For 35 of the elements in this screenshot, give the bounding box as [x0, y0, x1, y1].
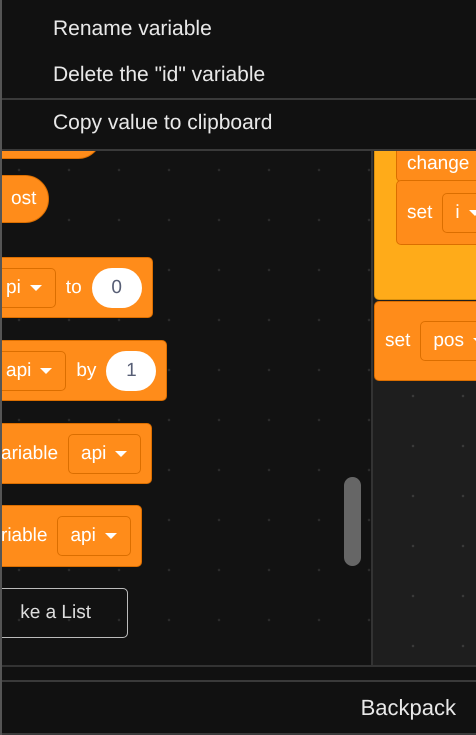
block-label: to — [66, 276, 82, 298]
block-label: by — [76, 360, 96, 382]
c-block[interactable]: change set i — [374, 151, 476, 300]
caret-icon — [114, 450, 128, 458]
menu-item[interactable]: Rename variable — [2, 6, 476, 52]
block-label: set — [407, 202, 432, 224]
variable-dropdown[interactable]: api — [57, 516, 131, 556]
variable-dropdown[interactable]: api — [2, 350, 66, 390]
command-block[interactable]: set pos — [374, 301, 476, 381]
caret-icon — [28, 284, 43, 292]
block-label: set — [385, 330, 410, 352]
caret-icon — [39, 366, 54, 374]
caret-icon — [104, 532, 118, 540]
command-block[interactable]: api by 1 — [2, 340, 168, 401]
variable-dropdown[interactable]: i — [442, 192, 476, 232]
block-label: ost — [11, 188, 36, 210]
command-block[interactable]: ariable api — [2, 423, 152, 484]
variable-dropdown[interactable]: api — [68, 434, 142, 474]
number-input[interactable]: 1 — [106, 350, 156, 390]
command-block[interactable]: change — [396, 151, 476, 182]
menu-item[interactable]: Copy value to clipboard — [2, 100, 476, 146]
variable-dropdown[interactable]: pos — [420, 321, 476, 361]
command-block[interactable]: riable api — [2, 505, 142, 567]
variable-dropdown[interactable]: pi — [2, 268, 56, 308]
scrollbar[interactable] — [344, 477, 361, 566]
command-block[interactable]: set i — [396, 180, 476, 245]
make-list-button[interactable]: ke a List — [2, 588, 128, 638]
command-block[interactable]: pi to 0 — [2, 257, 153, 318]
block-label: riable — [2, 525, 48, 547]
reporter-block[interactable]: ost — [2, 175, 50, 223]
block-label: ariable — [2, 442, 58, 464]
block-label: change — [407, 153, 470, 175]
menu-item[interactable]: Delete the "id" variable — [2, 52, 476, 98]
backpack-label[interactable]: Backpack — [360, 694, 456, 720]
number-input[interactable]: 0 — [92, 268, 142, 308]
